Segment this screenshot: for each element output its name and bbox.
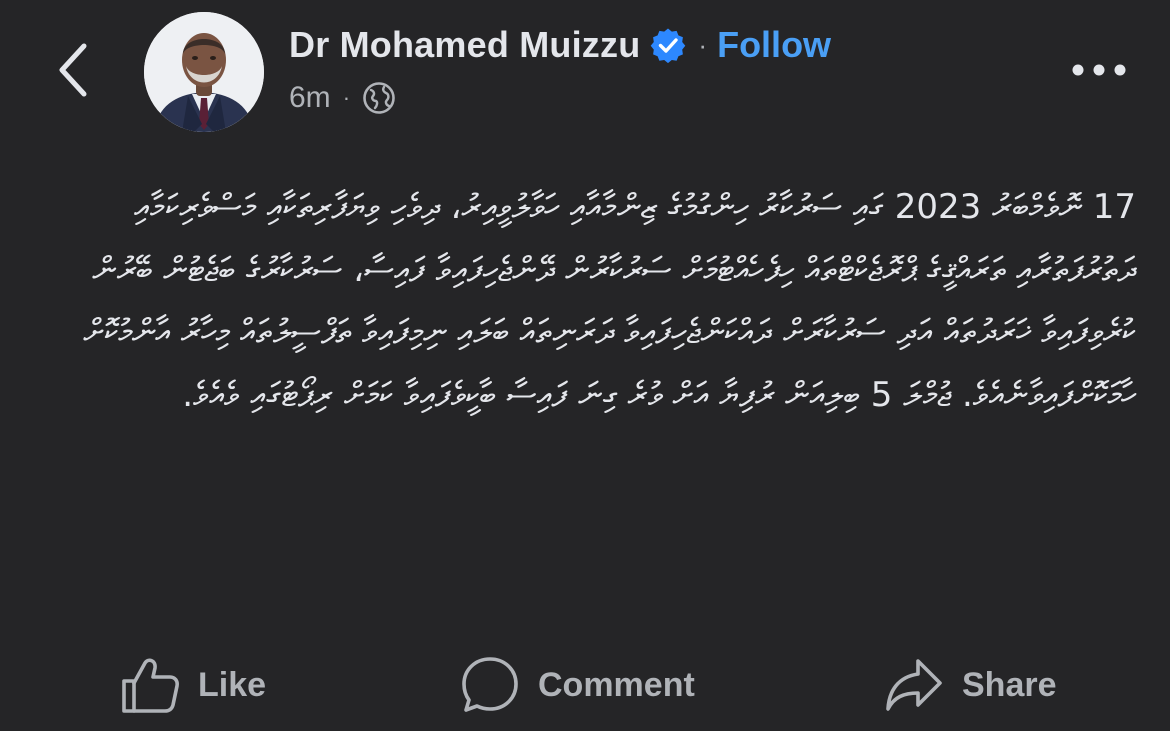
comment-label: Comment <box>538 665 695 704</box>
more-horizontal-icon <box>1072 64 1126 76</box>
more-options-button[interactable] <box>1064 50 1134 90</box>
share-button[interactable]: Share <box>884 650 1057 720</box>
post-body-text: 17 ނޮވެމްބަރު 2023 ގައި ސަރުކާރު ހިންގުމ… <box>83 187 1136 415</box>
follow-button[interactable]: Follow <box>717 24 831 66</box>
meta-separator-dot: · <box>342 85 351 110</box>
author-line: Dr Mohamed Muizzu · Follow <box>289 22 831 68</box>
like-label: Like <box>198 665 267 704</box>
back-button[interactable] <box>48 40 98 100</box>
like-button[interactable]: Like <box>120 650 266 720</box>
comment-button[interactable]: Comment <box>460 650 695 720</box>
speech-bubble-icon <box>462 657 518 712</box>
thumbs-up-icon <box>122 658 179 713</box>
post-action-bar: Like Comment Share <box>0 640 1170 730</box>
chevron-left-icon <box>59 43 87 97</box>
profile-photo <box>144 12 264 132</box>
share-label: Share <box>962 665 1057 704</box>
globe-icon <box>362 81 396 115</box>
separator-dot: · <box>698 29 708 60</box>
post-header: Dr Mohamed Muizzu · Follow 6m · <box>0 0 1170 150</box>
post-timestamp[interactable]: 6m <box>289 81 331 115</box>
share-arrow-icon <box>886 659 942 711</box>
avatar[interactable] <box>144 12 264 132</box>
verified-badge-icon <box>650 27 686 63</box>
post-meta: 6m · <box>289 78 396 118</box>
author-name[interactable]: Dr Mohamed Muizzu <box>289 24 640 66</box>
